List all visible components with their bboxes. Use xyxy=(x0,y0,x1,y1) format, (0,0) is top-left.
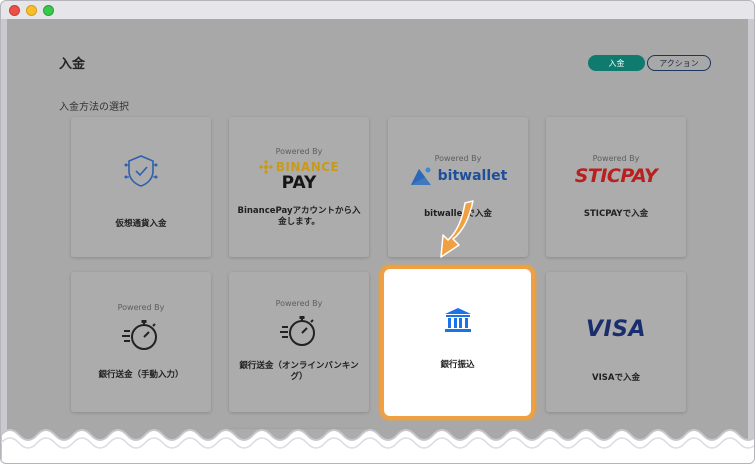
page-title: 入金 xyxy=(59,57,86,72)
binance-pay-wordmark: PAY xyxy=(281,173,317,193)
stopwatch-icon xyxy=(71,317,211,353)
browser-window: 入金 入金方法の選択 入金 アクション 仮想通貨入金 Powered By BI… xyxy=(0,0,755,464)
powered-by-text: Powered By xyxy=(275,299,323,308)
bank-icon xyxy=(384,307,531,333)
card-bank-wire[interactable]: 銀行振込 xyxy=(380,265,535,420)
page-content: 入金 入金方法の選択 入金 アクション 仮想通貨入金 Powered By BI… xyxy=(7,19,748,463)
card-bank-transfer-manual[interactable]: Powered By 銀行送金（手動入力） xyxy=(71,272,211,412)
powered-by-text: Powered By xyxy=(117,303,165,312)
card-binance-pay[interactable]: Powered By BINANCE PAY BinancePayアカウントから… xyxy=(229,117,369,257)
visa-logo: VISA xyxy=(585,317,647,342)
torn-edge-decoration xyxy=(1,429,754,463)
title-bar xyxy=(1,1,754,19)
card-label: 銀行振込 xyxy=(440,360,475,370)
crypto-shield-icon xyxy=(71,153,211,189)
minimize-window-button[interactable] xyxy=(26,5,37,16)
section-label: 入金方法の選択 xyxy=(59,102,129,113)
powered-by-text: Powered By xyxy=(275,147,323,156)
card-label: 銀行送金（手動入力） xyxy=(98,370,184,380)
bitwallet-logo: bitwallet xyxy=(388,165,528,187)
action-button[interactable]: アクション xyxy=(647,55,711,71)
powered-by-text: Powered By xyxy=(592,154,640,163)
deposit-button[interactable]: 入金 xyxy=(588,55,645,71)
binance-logo: BINANCE xyxy=(229,160,369,174)
card-sticpay[interactable]: Powered By STICPAY STICPAYで入金 xyxy=(546,117,686,257)
card-bank-transfer-online[interactable]: Powered By 銀行送金（オンラインバンキング） xyxy=(229,272,369,412)
card-label: BinancePayアカウントから入金します。 xyxy=(237,206,361,227)
close-window-button[interactable] xyxy=(9,5,20,16)
card-label: 仮想通貨入金 xyxy=(115,219,167,229)
card-label: VISAで入金 xyxy=(592,373,640,383)
highlight-arrow-icon xyxy=(440,200,474,258)
card-crypto-deposit[interactable]: 仮想通貨入金 xyxy=(71,117,211,257)
sticpay-logo: STICPAY xyxy=(574,165,658,187)
card-visa[interactable]: VISA VISAで入金 xyxy=(546,272,686,412)
card-label: STICPAYで入金 xyxy=(583,209,649,219)
card-label: 銀行送金（オンラインバンキング） xyxy=(239,361,359,382)
powered-by-text: Powered By xyxy=(434,154,482,163)
stopwatch-icon xyxy=(229,313,369,349)
maximize-window-button[interactable] xyxy=(43,5,54,16)
